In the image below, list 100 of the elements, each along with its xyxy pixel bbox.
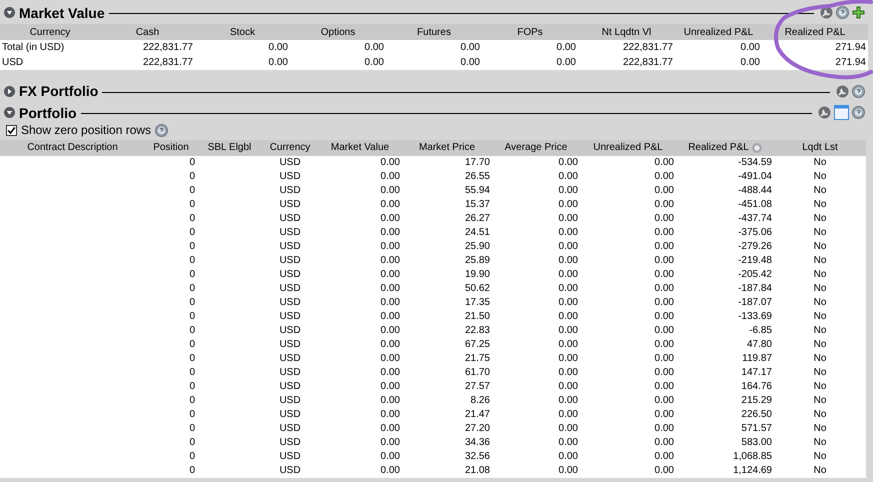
section-title[interactable]: Portfolio [19, 104, 77, 121]
column-header[interactable]: Unrealized P&L [580, 142, 676, 154]
position-cell-text: 0 [188, 353, 196, 364]
average-price-cell-text: 0.00 [558, 367, 579, 378]
position-cell-text: 0 [188, 409, 196, 420]
column-header[interactable]: Stock [195, 26, 290, 38]
market-value-cell-text: 0.00 [380, 157, 401, 168]
expand-icon[interactable] [4, 86, 15, 97]
market-value-cell-text: 0.00 [380, 367, 401, 378]
realized-pl-cell-text: 226.50 [740, 409, 773, 420]
unrealized-pl-cell-text: 0.00 [654, 171, 675, 182]
wrench-icon[interactable] [818, 106, 831, 120]
column-header[interactable]: Realized P&L [676, 142, 774, 154]
realized-pl-cell-text: -133.69 [737, 311, 773, 322]
help-icon[interactable] [836, 6, 849, 20]
collapse-icon[interactable] [4, 107, 15, 118]
position-cell-text: 0 [188, 213, 196, 224]
liquidation-cell-text: No [812, 157, 828, 168]
unrealized-pl-cell-text: 0.00 [654, 241, 675, 252]
position-cell-text: 0 [188, 451, 196, 462]
market-price-cell-text: 8.26 [470, 395, 491, 406]
unrealized-pl-cell-text: 0.00 [654, 353, 675, 364]
position-cell-text: 0 [188, 199, 196, 210]
realized-pl-cell-text: -488.44 [737, 185, 773, 196]
column-header[interactable]: Currency [262, 142, 318, 154]
window-icon[interactable] [834, 105, 849, 120]
realized-pl-cell-text: 1,124.69 [732, 465, 773, 476]
column-header[interactable]: Options [290, 26, 386, 38]
wrench-icon[interactable] [836, 84, 849, 98]
average-price-cell-text: 0.00 [558, 227, 579, 238]
average-price-cell-text: 0.00 [558, 395, 579, 406]
column-header[interactable]: Futures [386, 26, 482, 38]
market-value-cell-text: 0.00 [380, 451, 401, 462]
market-price-cell-text: 32.56 [464, 451, 491, 462]
column-header[interactable]: Realized P&L [762, 26, 868, 38]
market-value-cell-text: 0.00 [380, 409, 401, 420]
currency-cell-text: USD [278, 157, 302, 168]
realized-pl-cell-text: 271.94 [834, 57, 867, 68]
column-header[interactable]: Unrealized P&L [675, 26, 762, 38]
unrealized-pl-cell-text: 0.00 [654, 269, 675, 280]
market-price-cell-text: 21.47 [464, 409, 491, 420]
realized-pl-cell-text: -534.59 [737, 157, 773, 168]
currency-cell-text: USD [278, 367, 302, 378]
market-value-cell-text: 0.00 [380, 325, 401, 336]
position-cell-text: 0 [188, 465, 196, 476]
collapse-icon[interactable] [4, 7, 15, 18]
column-header[interactable]: Currency [0, 26, 100, 38]
help-icon[interactable] [852, 84, 865, 98]
liquidation-cell-text: No [812, 325, 828, 336]
average-price-cell-text: 0.00 [558, 255, 579, 266]
column-header[interactable]: Position [145, 142, 197, 154]
realized-pl-cell-text: -187.84 [737, 283, 773, 294]
liquidation-cell-text: No [812, 241, 828, 252]
add-icon[interactable] [852, 6, 865, 20]
column-header[interactable]: Average Price [492, 142, 580, 154]
column-header[interactable]: SBL Elgbl [197, 142, 262, 154]
liquidation-cell-text: No [812, 465, 828, 476]
realized-pl-cell-text: -187.07 [737, 297, 773, 308]
market-price-cell-text: 25.90 [464, 241, 491, 252]
currency-cell-text: USD [278, 353, 302, 364]
realized-pl-cell-text: 164.76 [740, 381, 773, 392]
help-icon[interactable] [852, 106, 865, 120]
market-value-cell-text: 0.00 [380, 185, 401, 196]
average-price-cell-text: 0.00 [558, 437, 579, 448]
column-header[interactable]: Market Price [402, 142, 492, 154]
checkbox-label[interactable]: Show zero position rows [21, 123, 152, 138]
help-icon[interactable] [155, 124, 168, 137]
liquidation-cell-text: No [812, 199, 828, 210]
unrealized-pl-cell-text: 0.00 [654, 199, 675, 210]
unrealized-pl-cell-text: 0.00 [654, 213, 675, 224]
cash-cell-text: 222,831.77 [142, 57, 194, 68]
column-header[interactable]: Nt Lqdtn Vl [578, 26, 675, 38]
column-header[interactable]: Cash [100, 26, 195, 38]
checkbox[interactable] [6, 124, 17, 136]
average-price-cell-text: 0.00 [558, 185, 579, 196]
currency-cell-text: USD [278, 423, 302, 434]
liquidation-cell-text: No [812, 423, 828, 434]
column-header[interactable]: Market Value [318, 142, 402, 154]
realized-pl-cell-text: -375.06 [737, 227, 773, 238]
liquidation-cell-text: No [812, 227, 828, 238]
column-header[interactable]: Lqdt Lst [774, 142, 866, 154]
section-title[interactable]: Market Value [19, 4, 105, 21]
section-title[interactable]: FX Portfolio [19, 83, 98, 100]
liquidation-cell-text: No [812, 255, 828, 266]
unrealized-pl-cell-text: 0.00 [654, 395, 675, 406]
average-price-cell-text: 0.00 [558, 199, 579, 210]
options-cell-text: 0.00 [364, 42, 385, 54]
column-header[interactable]: FOPs [482, 26, 578, 38]
market-value-cell-text: 0.00 [380, 311, 401, 322]
wrench-icon[interactable] [820, 6, 833, 20]
column-header[interactable]: Contract Description [0, 142, 145, 154]
currency-cell-text: USD [278, 339, 302, 350]
liquidation-cell-text: No [812, 437, 828, 448]
position-cell-text: 0 [188, 437, 196, 448]
currency-cell-text: USD [278, 297, 302, 308]
fops-cell-text: 0.00 [556, 57, 577, 68]
unrealized-pl-cell-text: 0.00 [654, 255, 675, 266]
unrealized-pl-cell-text: 0.00 [654, 451, 675, 462]
market-price-cell-text: 22.83 [464, 325, 491, 336]
market-price-cell-text: 21.08 [464, 465, 491, 476]
